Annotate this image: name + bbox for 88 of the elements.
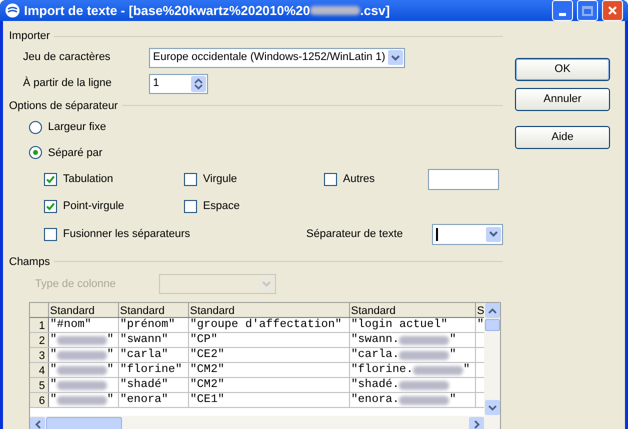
checkbox[interactable] (44, 200, 57, 213)
field-label: Type de colonne (35, 276, 117, 292)
table-cell: "carla" (120, 348, 168, 362)
table-cell: " (106, 333, 114, 347)
group-title: Champs (9, 254, 50, 270)
table-cell: "florine. (351, 363, 414, 377)
table-cell: "login actuel" (351, 318, 448, 332)
radio-label: Largeur fixe (48, 120, 106, 135)
table-cell: "florine" (120, 363, 182, 377)
row-number: 3 (30, 348, 49, 362)
scroll-left-icon[interactable] (30, 416, 45, 429)
table-cell: " (477, 318, 484, 332)
table-cell: " (106, 393, 114, 407)
checkbox[interactable] (324, 173, 337, 186)
scroll-thumb[interactable] (484, 319, 500, 331)
checkbox-label: Espace (203, 199, 240, 214)
table-cell: " (449, 393, 456, 407)
scroll-thumb[interactable] (46, 416, 122, 429)
table-cell: "CE1" (190, 393, 225, 407)
table-cell: "shadé. (351, 378, 400, 392)
table-cell: " (449, 333, 456, 347)
checkbox-label: Autres (343, 172, 375, 188)
scroll-right-icon[interactable] (469, 416, 484, 429)
table-cell: "enora" (120, 393, 168, 407)
checkbox[interactable] (44, 173, 57, 186)
table-cell: " (463, 363, 470, 377)
table-cell: "carla. (351, 348, 400, 362)
line-spinner[interactable]: 1 (149, 74, 208, 94)
spin-arrows-icon[interactable] (191, 76, 206, 92)
row-number: 1 (30, 318, 49, 332)
table-cell: " (50, 393, 57, 407)
table-cell: "#nom" (50, 318, 92, 332)
checkbox[interactable] (44, 228, 57, 240)
dialog-button[interactable]: Aide (515, 126, 610, 149)
close-button[interactable] (602, 0, 623, 21)
table-cell: " (106, 363, 114, 377)
column-header[interactable]: Standard (350, 303, 476, 317)
checkbox-label: Tabulation (63, 172, 114, 188)
table-cell: " (50, 333, 57, 347)
table-cell: "CP" (190, 333, 218, 347)
table-cell: "groupe d'affectation" (190, 318, 342, 332)
table-cell: "swann" (120, 333, 168, 347)
checkbox[interactable] (184, 200, 197, 213)
checkbox-label: Virgule (203, 172, 238, 188)
table-cell: "swann. (351, 333, 400, 347)
checkbox-label: Point-virgule (63, 199, 124, 214)
table-cell: " (50, 348, 57, 362)
row-number: 4 (30, 363, 49, 377)
table-cell: " (106, 348, 114, 362)
column-header[interactable]: Standard (119, 303, 189, 317)
checkbox-label: Fusionner les séparateurs (63, 226, 190, 242)
other-separator-field[interactable] (428, 169, 499, 190)
app-icon (5, 3, 20, 18)
close-icon (607, 5, 618, 16)
maximize-button[interactable] (577, 0, 598, 21)
row-number: 2 (30, 333, 49, 347)
table-cell: " (449, 348, 456, 362)
window-title: Import de texte - [base%20kwartz%202010%20 .csv] (24, 2, 390, 20)
table-cell: " (50, 378, 57, 392)
checkbox[interactable] (184, 173, 197, 186)
table-cell: "shadé" (120, 378, 168, 392)
column-header[interactable]: Standard (189, 303, 350, 317)
field-label: Séparateur de texte (306, 226, 404, 242)
radio-button[interactable] (29, 146, 42, 160)
group-title: Importer (9, 29, 50, 44)
field-label: Jeu de caractères (23, 50, 112, 66)
table-cell: "enora. (351, 393, 400, 407)
radio-button[interactable] (29, 120, 42, 134)
horizontal-scrollbar[interactable] (30, 416, 484, 429)
minimize-button[interactable] (552, 0, 573, 21)
dialog-button[interactable]: OK (515, 58, 610, 81)
table-cell: "prénom" (120, 318, 176, 332)
table-cell: "CM2" (190, 363, 225, 377)
field-label: À partir de la ligne (23, 76, 113, 92)
text-separator-dropdown[interactable] (432, 224, 504, 244)
table-cell: " (50, 363, 57, 377)
scroll-down-icon[interactable] (484, 400, 500, 415)
scroll-up-icon[interactable] (484, 303, 500, 318)
row-number: 6 (30, 393, 49, 407)
column-header[interactable]: Standard (49, 303, 119, 317)
radio-label: Séparé par (48, 146, 102, 160)
row-number: 5 (30, 378, 49, 392)
vertical-scrollbar[interactable] (484, 303, 500, 429)
charset-dropdown[interactable]: Europe occidentale (Windows-1252/WinLatin 1) (149, 48, 405, 68)
table-cell: "CM2" (190, 378, 225, 392)
dialog-button[interactable]: Annuler (515, 88, 610, 111)
group-title: Options de séparateur (9, 98, 118, 114)
table-cell: "CE2" (190, 348, 225, 362)
